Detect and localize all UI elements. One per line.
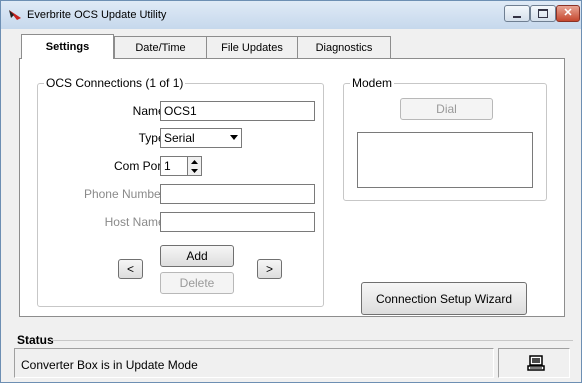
modem-log-box[interactable] (357, 132, 533, 188)
close-icon: ✕ (563, 7, 573, 19)
type-value: Serial (164, 131, 195, 145)
minimize-button[interactable] (504, 5, 530, 22)
name-field[interactable]: OCS1 (160, 101, 315, 121)
ocs-connections-legend: OCS Connections (1 of 1) (44, 76, 186, 90)
status-area: Status Converter Box is in Update Mode (11, 333, 573, 379)
next-label: > (265, 262, 273, 276)
chevron-down-icon (230, 135, 238, 140)
tab-file-updates[interactable]: File Updates (206, 36, 298, 58)
status-divider (51, 340, 573, 341)
status-message: Converter Box is in Update Mode (21, 358, 198, 372)
title-bar[interactable]: Everbrite OCS Update Utility ✕ (1, 1, 581, 29)
com-port-input[interactable]: 1 (160, 156, 188, 176)
type-select[interactable]: Serial (160, 128, 242, 148)
connection-setup-wizard-button[interactable]: Connection Setup Wizard (361, 282, 527, 315)
dial-button[interactable]: Dial (400, 98, 493, 120)
status-icon-panel (498, 348, 570, 378)
name-value: OCS1 (164, 104, 197, 118)
add-button[interactable]: Add (160, 245, 234, 267)
status-message-panel: Converter Box is in Update Mode (14, 348, 494, 378)
phone-number-field[interactable] (160, 184, 315, 204)
wizard-label: Connection Setup Wizard (375, 291, 513, 306)
tab-date-time[interactable]: Date/Time (114, 36, 207, 58)
stepper-down-button[interactable] (188, 166, 201, 175)
add-label: Add (186, 249, 208, 263)
modem-group: Modem Dial (343, 76, 547, 201)
previous-label: < (126, 262, 134, 276)
next-connection-button[interactable]: > (257, 259, 282, 279)
minimize-icon (513, 15, 521, 18)
phone-number-label: Phone Number: (83, 187, 168, 201)
modem-legend: Modem (350, 76, 395, 90)
tab-diagnostics[interactable]: Diagnostics (297, 36, 391, 58)
settings-panel: OCS Connections (1 of 1) Name: OCS1 Type… (19, 58, 565, 317)
com-port-value: 1 (164, 159, 171, 173)
com-port-stepper[interactable] (188, 156, 202, 176)
tab-label: File Updates (221, 41, 283, 54)
tab-label: Date/Time (135, 41, 186, 54)
tab-settings[interactable]: Settings (21, 34, 114, 59)
dial-label: Dial (436, 102, 457, 116)
chevron-down-icon (191, 168, 198, 173)
window-title: Everbrite OCS Update Utility (27, 9, 167, 21)
close-button[interactable]: ✕ (556, 5, 580, 22)
tab-label: Diagnostics (315, 41, 373, 54)
stepper-up-button[interactable] (188, 157, 201, 166)
computer-icon (527, 354, 545, 372)
tab-label: Settings (45, 41, 90, 53)
app-logo-icon (8, 9, 22, 21)
chevron-up-icon (191, 159, 198, 164)
delete-button[interactable]: Delete (160, 272, 234, 294)
app-window: Everbrite OCS Update Utility ✕ Settings … (0, 0, 582, 383)
maximize-icon (538, 9, 548, 18)
ocs-connections-group: OCS Connections (1 of 1) Name: OCS1 Type… (37, 76, 324, 307)
status-heading: Status (17, 333, 54, 347)
previous-connection-button[interactable]: < (118, 259, 143, 279)
host-name-label: Host Name: (104, 215, 168, 229)
host-name-field[interactable] (160, 212, 315, 232)
delete-label: Delete (179, 276, 215, 290)
maximize-button[interactable] (530, 5, 556, 22)
